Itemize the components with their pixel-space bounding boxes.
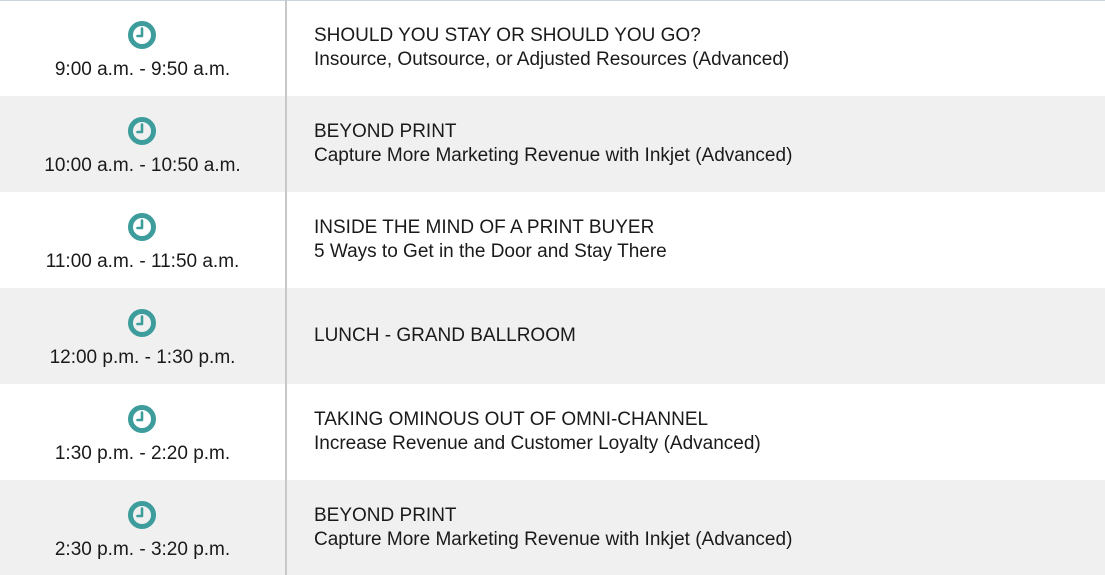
time-range: 9:00 a.m. - 9:50 a.m. [54, 59, 231, 80]
session-title: INSIDE THE MIND OF A PRINT BUYER [314, 217, 655, 238]
schedule-table: 9:00 a.m. - 9:50 a.m. SHOULD YOU STAY OR… [0, 0, 1105, 575]
session-title: SHOULD YOU STAY OR SHOULD YOU GO? [314, 25, 701, 46]
time-cell: 11:00 a.m. - 11:50 a.m. [0, 192, 285, 288]
session-title: LUNCH - GRAND BALLROOM [314, 325, 576, 346]
time-range: 10:00 a.m. - 10:50 a.m. [44, 155, 241, 176]
session-title: TAKING OMINOUS OUT OF OMNI-CHANNEL [314, 409, 709, 430]
schedule-row: 10:00 a.m. - 10:50 a.m. BEYOND PRINT Cap… [0, 96, 1105, 192]
clock-icon [128, 405, 156, 433]
time-range: 11:00 a.m. - 11:50 a.m. [45, 251, 240, 272]
time-range: 2:30 p.m. - 3:20 p.m. [54, 539, 231, 560]
session-subtitle: Capture More Marketing Revenue with Inkj… [314, 528, 793, 550]
clock-icon [128, 117, 156, 145]
session-title: BEYOND PRINT [314, 504, 457, 526]
session-cell: SHOULD YOU STAY OR SHOULD YOU GO? Insour… [314, 0, 1094, 96]
schedule-row: 12:00 p.m. - 1:30 p.m. LUNCH - GRAND BAL… [0, 288, 1105, 384]
time-range: 12:00 p.m. - 1:30 p.m. [49, 347, 236, 368]
clock-icon [128, 21, 156, 49]
session-subtitle: Capture More Marketing Revenue with Inkj… [314, 145, 793, 166]
clock-icon [128, 501, 156, 529]
column-divider [285, 0, 287, 575]
schedule-row: 2:30 p.m. - 3:20 p.m. BEYOND PRINT Captu… [0, 480, 1105, 575]
time-range: 1:30 p.m. - 2:20 p.m. [54, 443, 231, 464]
session-cell: LUNCH - GRAND BALLROOM [314, 288, 1094, 384]
time-cell: 9:00 a.m. - 9:50 a.m. [0, 0, 285, 96]
session-cell: TAKING OMINOUS OUT OF OMNI-CHANNEL Incre… [314, 384, 1094, 480]
schedule-row: 1:30 p.m. - 2:20 p.m. TAKING OMINOUS OUT… [0, 384, 1105, 480]
time-cell: 10:00 a.m. - 10:50 a.m. [0, 96, 285, 192]
clock-icon [128, 309, 156, 337]
schedule-row: 9:00 a.m. - 9:50 a.m. SHOULD YOU STAY OR… [0, 0, 1105, 96]
session-title: BEYOND PRINT [314, 121, 457, 142]
session-cell: BEYOND PRINT Capture More Marketing Reve… [314, 96, 1094, 192]
time-cell: 2:30 p.m. - 3:20 p.m. [0, 480, 285, 575]
session-subtitle: Insource, Outsource, or Adjusted Resourc… [314, 49, 790, 70]
session-cell: BEYOND PRINT Capture More Marketing Reve… [314, 480, 1094, 575]
clock-icon [128, 213, 156, 241]
session-subtitle: Increase Revenue and Customer Loyalty (A… [314, 433, 761, 454]
time-cell: 12:00 p.m. - 1:30 p.m. [0, 288, 285, 384]
session-subtitle: 5 Ways to Get in the Door and Stay There [314, 241, 667, 262]
schedule-row: 11:00 a.m. - 11:50 a.m. INSIDE THE MIND … [0, 192, 1105, 288]
session-cell: INSIDE THE MIND OF A PRINT BUYER 5 Ways … [314, 192, 1094, 288]
time-cell: 1:30 p.m. - 2:20 p.m. [0, 384, 285, 480]
